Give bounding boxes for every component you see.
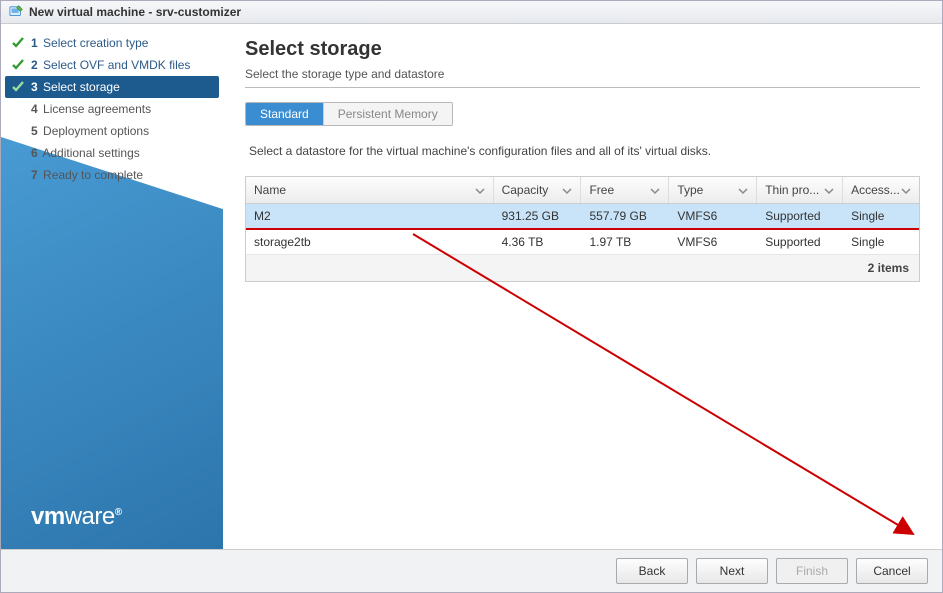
chevron-down-icon bbox=[824, 185, 834, 195]
next-button[interactable]: Next bbox=[696, 558, 768, 584]
chevron-down-icon bbox=[475, 185, 485, 195]
vmware-logo: vmware® bbox=[31, 503, 122, 531]
datastore-row[interactable]: M2 931.25 GB 557.79 GB VMFS6 Supported S… bbox=[246, 204, 919, 230]
check-icon bbox=[11, 80, 25, 94]
main-panel: Select storage Select the storage type a… bbox=[223, 24, 942, 549]
grid-header: Name Capacity Free Type bbox=[246, 177, 919, 204]
check-icon bbox=[11, 58, 25, 72]
sidebar: 1 Select creation type 2 Select OVF and … bbox=[1, 24, 223, 549]
chevron-down-icon bbox=[650, 185, 660, 195]
grid-footer-count: 2 items bbox=[246, 255, 919, 281]
col-header-access[interactable]: Access... bbox=[843, 177, 919, 203]
step-6-additional[interactable]: 6 Additional settings bbox=[1, 142, 223, 164]
back-button[interactable]: Back bbox=[616, 558, 688, 584]
col-header-type[interactable]: Type bbox=[669, 177, 757, 203]
grid-body: M2 931.25 GB 557.79 GB VMFS6 Supported S… bbox=[246, 204, 919, 255]
cancel-button[interactable]: Cancel bbox=[856, 558, 928, 584]
finish-button: Finish bbox=[776, 558, 848, 584]
col-header-thin[interactable]: Thin pro... bbox=[757, 177, 843, 203]
check-icon bbox=[11, 36, 25, 50]
step-2-ovf-vmdk[interactable]: 2 Select OVF and VMDK files bbox=[1, 54, 223, 76]
dialog-body: 1 Select creation type 2 Select OVF and … bbox=[1, 24, 942, 549]
tab-standard[interactable]: Standard bbox=[246, 103, 324, 125]
step-4-license[interactable]: 4 License agreements bbox=[1, 98, 223, 120]
datastore-grid: Name Capacity Free Type bbox=[245, 176, 920, 282]
tab-persistent-memory[interactable]: Persistent Memory bbox=[324, 103, 452, 125]
chevron-down-icon bbox=[901, 185, 911, 195]
chevron-down-icon bbox=[738, 185, 748, 195]
page-title: Select storage bbox=[245, 38, 920, 61]
page-subtitle: Select the storage type and datastore bbox=[245, 67, 920, 81]
datastore-row[interactable]: storage2tb 4.36 TB 1.97 TB VMFS6 Support… bbox=[246, 230, 919, 255]
col-header-name[interactable]: Name bbox=[246, 177, 494, 203]
vm-icon bbox=[9, 5, 23, 19]
col-header-free[interactable]: Free bbox=[581, 177, 669, 203]
window-title: New virtual machine - srv-customizer bbox=[29, 5, 241, 19]
step-1-creation-type[interactable]: 1 Select creation type bbox=[1, 32, 223, 54]
chevron-down-icon bbox=[562, 185, 572, 195]
divider bbox=[245, 87, 920, 88]
instruction-text: Select a datastore for the virtual machi… bbox=[249, 144, 920, 158]
step-7-ready[interactable]: 7 Ready to complete bbox=[1, 164, 223, 186]
wizard-dialog: New virtual machine - srv-customizer 1 S… bbox=[0, 0, 943, 593]
dialog-footer: Back Next Finish Cancel bbox=[1, 549, 942, 592]
wizard-steps: 1 Select creation type 2 Select OVF and … bbox=[1, 24, 223, 194]
titlebar: New virtual machine - srv-customizer bbox=[1, 1, 942, 24]
step-5-deployment[interactable]: 5 Deployment options bbox=[1, 120, 223, 142]
storage-type-tabs: Standard Persistent Memory bbox=[245, 102, 453, 126]
col-header-capacity[interactable]: Capacity bbox=[494, 177, 582, 203]
step-3-select-storage[interactable]: 3 Select storage bbox=[5, 76, 219, 98]
